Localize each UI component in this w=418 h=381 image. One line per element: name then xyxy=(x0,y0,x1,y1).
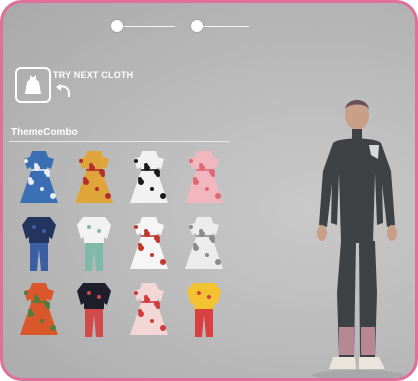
clothing-item-multicolor-top-outfit[interactable] xyxy=(176,277,231,343)
clothing-thumbnail xyxy=(129,151,168,203)
clothing-thumbnail xyxy=(19,151,58,203)
clothing-item-navy-top-jeans-outfit[interactable] xyxy=(11,211,66,277)
clothing-thumbnail xyxy=(184,151,223,203)
step-progress xyxy=(111,17,251,37)
dress-icon xyxy=(25,75,41,94)
avatar-right-hand xyxy=(387,225,397,241)
category-title: ThemeCombo xyxy=(11,127,78,138)
clothing-thumbnail xyxy=(129,283,168,335)
clothing-thumbnail xyxy=(76,283,111,337)
clothing-thumbnail xyxy=(19,283,58,335)
avatar-right-arm xyxy=(381,143,395,227)
try-next-cloth-label[interactable]: TRY NEXT CLOTH xyxy=(53,70,133,80)
try-next-cloth-button[interactable] xyxy=(15,67,51,103)
clothing-item-orange-floral-dress[interactable] xyxy=(11,277,66,343)
clothing-item-grey-floral-dress[interactable] xyxy=(176,211,231,277)
clothing-item-white-top-green-pants-outfit[interactable] xyxy=(66,211,121,277)
avatar-right-leg-accent xyxy=(361,327,375,355)
clothing-thumbnail xyxy=(76,217,111,271)
clothing-item-black-white-print-dress[interactable] xyxy=(121,145,176,211)
avatar-left-hand xyxy=(317,225,327,241)
clothing-thumbnail xyxy=(129,217,168,269)
progress-step-dot[interactable] xyxy=(111,20,123,32)
avatar-left-shoe xyxy=(329,357,356,369)
undo-arrow-icon[interactable] xyxy=(55,83,73,99)
clothing-grid xyxy=(11,145,231,343)
avatar-shadow xyxy=(312,370,404,378)
avatar-right-shoe xyxy=(359,357,385,369)
clothing-item-black-jacket-red-dress[interactable] xyxy=(66,277,121,343)
clothing-item-white-red-print-dress[interactable] xyxy=(121,211,176,277)
clothing-thumbnail xyxy=(74,151,113,203)
clothing-item-blue-floral-dress[interactable] xyxy=(11,145,66,211)
clothing-thumbnail xyxy=(186,283,221,337)
progress-step-dot-active[interactable] xyxy=(191,20,203,32)
clothing-item-pink-red-floral-dress[interactable] xyxy=(121,277,176,343)
avatar-left-arm xyxy=(319,143,333,227)
clothing-item-yellow-red-pattern-dress[interactable] xyxy=(66,145,121,211)
progress-track-segment xyxy=(117,26,175,27)
clothing-item-pink-floral-dress[interactable] xyxy=(176,145,231,211)
clothing-thumbnail xyxy=(21,217,56,271)
clothing-thumbnail xyxy=(184,217,223,269)
avatar-left-leg-accent xyxy=(339,327,354,355)
app-frame: TRY NEXT CLOTH ThemeCombo xyxy=(0,0,418,381)
avatar-model xyxy=(312,100,404,378)
category-divider xyxy=(9,141,229,142)
